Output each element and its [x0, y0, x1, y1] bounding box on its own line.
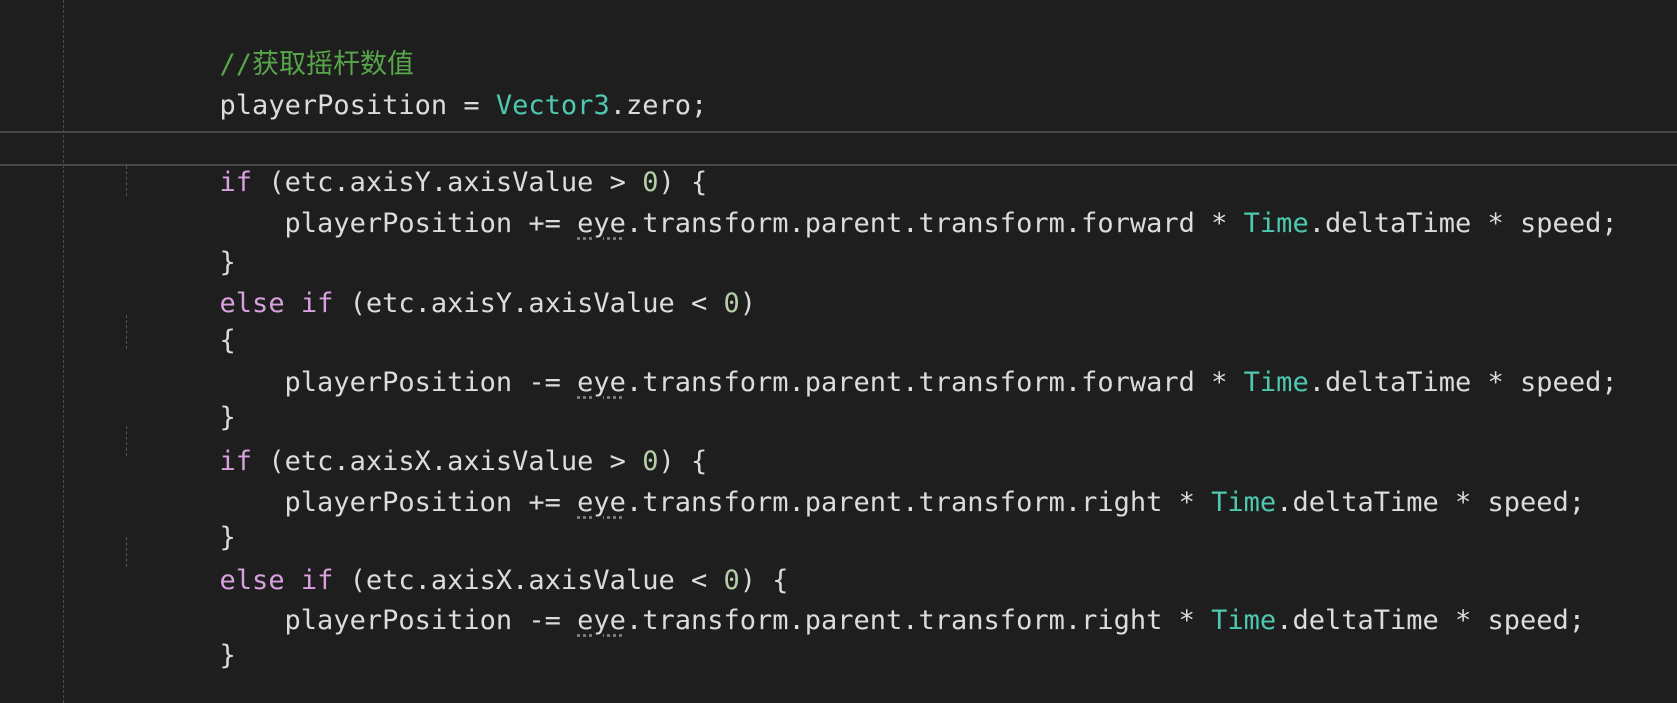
type-token: Vector3 [495, 90, 610, 121]
type-token: Time [1243, 367, 1309, 398]
keyword-token: else if [219, 288, 334, 319]
identifier-token: playerPosition [284, 208, 513, 239]
operator-token: = [447, 90, 496, 121]
code-editor[interactable]: //获取摇杆数值 playerPosition = Vector3.zero; … [0, 0, 1677, 703]
operator-token: -= [512, 367, 578, 398]
member-chain-token: .transform.parent.transform.forward [625, 367, 1195, 398]
identifier-token: speed; [1487, 605, 1586, 636]
code-line-close-brace[interactable]: } [122, 605, 236, 671]
operator-token: += [512, 487, 578, 518]
eye-token[interactable]: eye [577, 208, 626, 239]
eye-token[interactable]: eye [577, 367, 626, 398]
member-token: .deltaTime [1276, 487, 1439, 518]
member-token: .zero; [609, 90, 708, 121]
identifier-token: playerPosition [284, 367, 513, 398]
code-line-else-if-axisY-negative[interactable]: else if (etc.axisY.axisValue < 0) [122, 253, 756, 319]
code-line-if-axisX-positive[interactable]: if (etc.axisX.axisValue > 0) { [122, 411, 708, 477]
identifier-token: playerPosition [219, 90, 448, 121]
code-line-open-brace[interactable]: { [122, 290, 236, 356]
code-line-move-left[interactable]: playerPosition -= eye.transform.parent.t… [122, 570, 1586, 636]
operator-token: += [512, 208, 578, 239]
code-line-move-right[interactable]: playerPosition += eye.transform.parent.t… [122, 452, 1586, 518]
member-chain-token: .transform.parent.transform.right [625, 605, 1163, 636]
member-token: .deltaTime [1308, 208, 1472, 239]
identifier-token: speed; [1487, 487, 1586, 518]
operator-token: * [1471, 208, 1521, 239]
code-line-close-brace[interactable]: } [122, 212, 236, 278]
type-token: Time [1243, 208, 1309, 239]
identifier-token: playerPosition [284, 605, 513, 636]
condition-close-token: ) [739, 288, 757, 319]
code-line-close-brace[interactable]: } [122, 487, 236, 553]
code-line-close-brace[interactable]: } [122, 367, 236, 433]
code-line-else-if-axisX-negative[interactable]: else if (etc.axisX.axisValue < 0) { [122, 530, 789, 596]
code-line-if-axisY-positive[interactable]: if (etc.axisY.axisValue > 0) { [122, 132, 708, 198]
eye-token[interactable]: eye [577, 605, 626, 636]
indent-guide-outer [63, 0, 64, 703]
brace-token: } [219, 640, 236, 671]
code-line-move-forward[interactable]: playerPosition += eye.transform.parent.t… [122, 173, 1618, 239]
condition-token: (etc.axisY.axisValue < [333, 288, 724, 319]
identifier-token: playerPosition [284, 487, 513, 518]
code-line-reset-position[interactable]: playerPosition = Vector3.zero; [122, 55, 708, 121]
member-chain-token: .transform.parent.transform.right [625, 487, 1163, 518]
operator-token: * [1438, 487, 1488, 518]
operator-token: * [1438, 605, 1488, 636]
member-token: .deltaTime [1308, 367, 1472, 398]
operator-token: * [1194, 367, 1244, 398]
identifier-token: speed; [1520, 367, 1618, 398]
member-token: .deltaTime [1276, 605, 1439, 636]
operator-token: * [1194, 208, 1244, 239]
operator-token: * [1162, 605, 1212, 636]
member-chain-token: .transform.parent.transform.forward [625, 208, 1195, 239]
code-line-comment[interactable]: //获取摇杆数值 [122, 14, 415, 80]
eye-token[interactable]: eye [577, 487, 626, 518]
operator-token: -= [512, 605, 578, 636]
code-line-move-backward[interactable]: playerPosition -= eye.transform.parent.t… [122, 332, 1618, 398]
type-token: Time [1211, 605, 1277, 636]
operator-token: * [1471, 367, 1521, 398]
operator-token: * [1162, 487, 1212, 518]
identifier-token: speed; [1520, 208, 1618, 239]
type-token: Time [1211, 487, 1277, 518]
number-token: 0 [723, 288, 740, 319]
